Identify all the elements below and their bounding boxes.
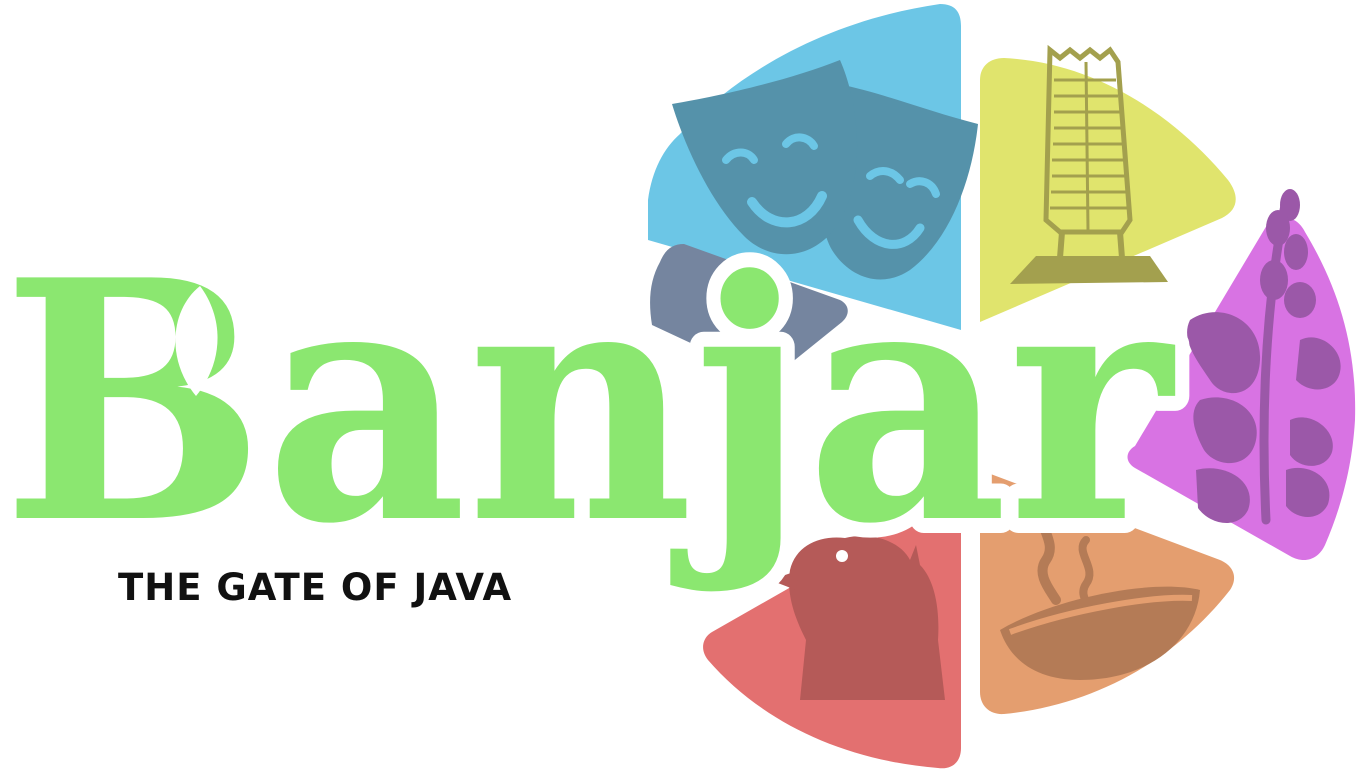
wordmark-graphic: Banjar Banjar [0,193,1193,611]
logo-graphic: Banjar Banjar [0,4,1356,769]
tagline: THE GATE OF JAVA [118,566,513,609]
logo: Banjar Banjar THE GATE OF JAVA [0,0,1357,770]
wordmark: Banjar [2,208,1178,596]
